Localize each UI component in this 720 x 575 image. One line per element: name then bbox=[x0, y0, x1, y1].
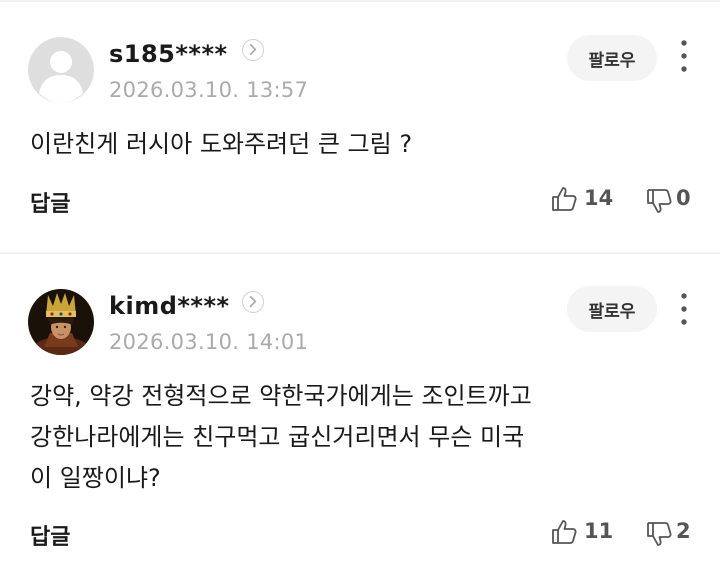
profile-chevron-icon[interactable] bbox=[242, 291, 264, 313]
dislike-count: 2 bbox=[676, 519, 691, 543]
follow-button[interactable]: 팔로우 bbox=[567, 35, 657, 81]
comment-item: s185**** 2026.03.10. 13:57 팔로우 이란친게 러시아 … bbox=[0, 0, 720, 252]
default-user-avatar-icon bbox=[28, 37, 94, 103]
like-count: 14 bbox=[584, 186, 614, 210]
comment-text: 이란친게 러시아 도와주려던 큰 그림 ? bbox=[30, 130, 413, 158]
reply-button[interactable]: 답글 bbox=[30, 186, 70, 218]
username[interactable]: kimd**** bbox=[109, 292, 230, 320]
profile-chevron-icon[interactable] bbox=[242, 39, 264, 61]
more-options-icon[interactable] bbox=[676, 39, 692, 73]
username[interactable]: s185**** bbox=[109, 40, 228, 68]
reactions: 11 2 bbox=[550, 518, 700, 548]
thumbs-down-icon[interactable] bbox=[645, 520, 673, 548]
dislike-count: 0 bbox=[676, 186, 691, 210]
like-count: 11 bbox=[584, 519, 614, 543]
avatar[interactable] bbox=[28, 289, 94, 355]
more-options-icon[interactable] bbox=[676, 292, 692, 326]
reply-button[interactable]: 답글 bbox=[30, 519, 70, 551]
follow-button[interactable]: 팔로우 bbox=[567, 286, 657, 332]
timestamp: 2026.03.10. 14:01 bbox=[109, 330, 309, 354]
photo-avatar-icon bbox=[28, 289, 94, 355]
timestamp: 2026.03.10. 13:57 bbox=[109, 78, 309, 102]
comment-item: kimd**** 2026.03.10. 14:01 팔로우 강약, 약강 전형… bbox=[0, 254, 720, 575]
avatar[interactable] bbox=[28, 37, 94, 103]
thumbs-up-icon[interactable] bbox=[550, 518, 578, 546]
comment-text: 강약, 약강 전형적으로 약한국가에게는 조인트까고 강한나라에게는 친구먹고 … bbox=[30, 382, 532, 492]
thumbs-down-icon[interactable] bbox=[645, 187, 673, 215]
reactions: 14 0 bbox=[550, 185, 700, 215]
thumbs-up-icon[interactable] bbox=[550, 185, 578, 213]
